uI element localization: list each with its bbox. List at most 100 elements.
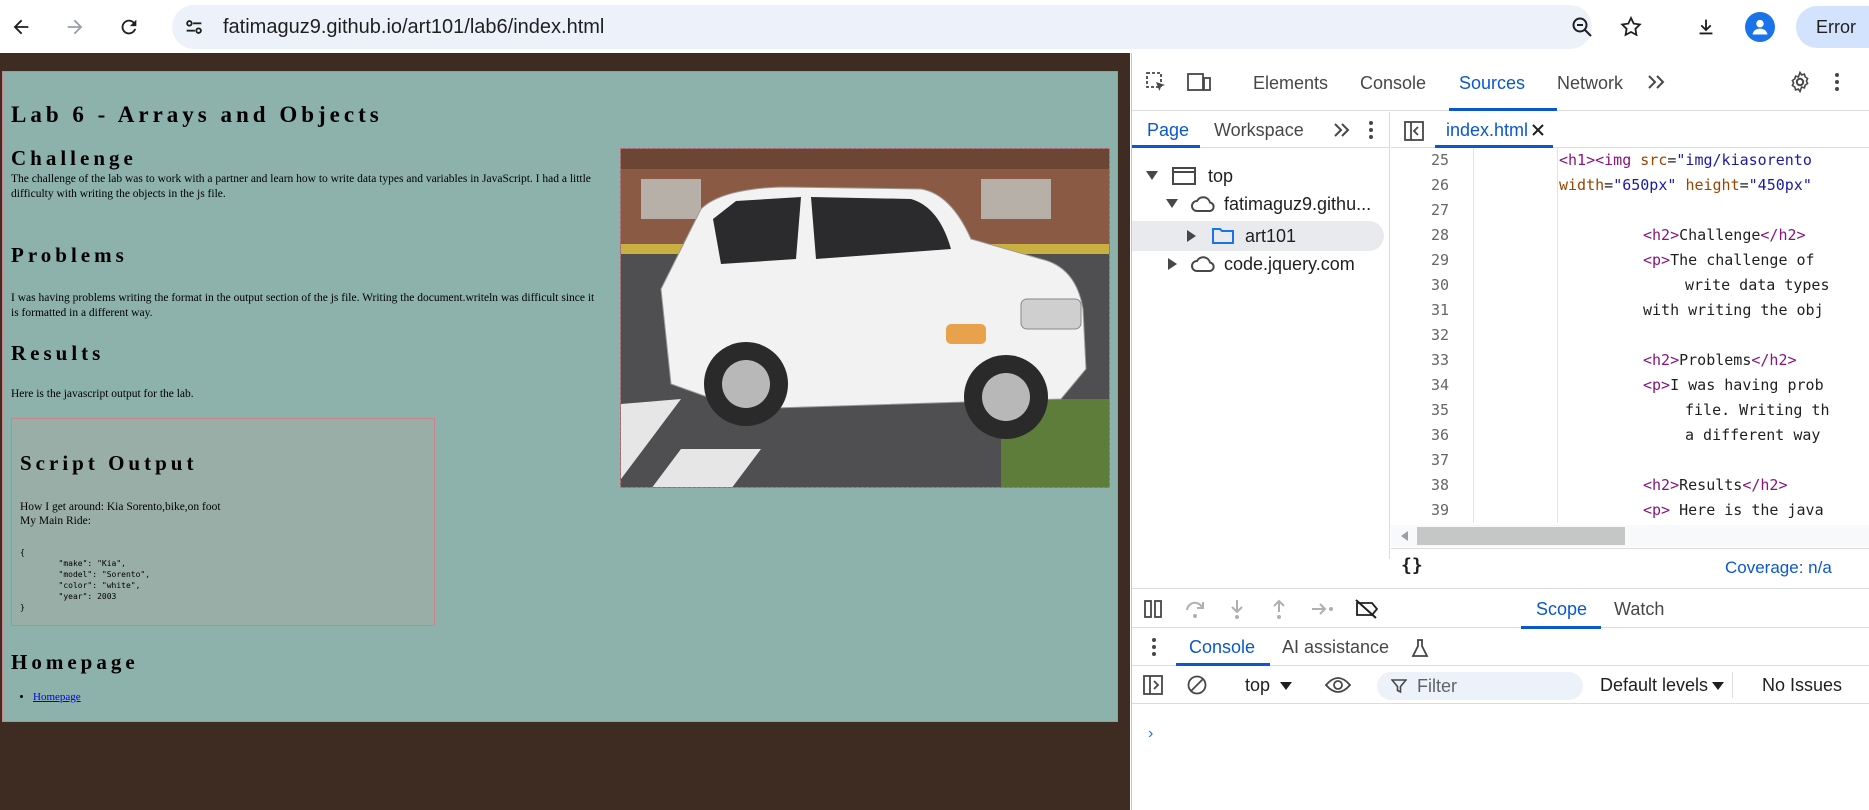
profile-avatar[interactable] bbox=[1745, 12, 1775, 42]
code-text: <h2>Challenge</h2> bbox=[1643, 226, 1806, 244]
more-subtabs-chevron-icon[interactable] bbox=[1332, 121, 1352, 139]
more-options-icon[interactable] bbox=[1832, 70, 1842, 94]
toggle-navigator-icon[interactable] bbox=[1403, 120, 1425, 142]
tab-console[interactable]: Console bbox=[1360, 73, 1426, 94]
editor-file-tab[interactable]: index.html bbox=[1446, 120, 1528, 141]
address-bar[interactable]: fatimaguz9.github.io/art101/lab6/index.h… bbox=[172, 5, 1642, 49]
step-into-icon[interactable] bbox=[1226, 598, 1248, 620]
close-tab-icon[interactable] bbox=[1530, 122, 1546, 138]
zoom-icon[interactable] bbox=[1568, 13, 1596, 41]
settings-gear-icon[interactable] bbox=[1788, 70, 1812, 94]
site-settings-icon[interactable] bbox=[180, 13, 208, 41]
code-line[interactable]: 31 with writing the obj bbox=[1391, 298, 1869, 323]
subtab-workspace[interactable]: Workspace bbox=[1214, 120, 1304, 141]
inspect-element-icon[interactable] bbox=[1144, 70, 1168, 94]
line-number[interactable]: 32 bbox=[1391, 323, 1449, 348]
tab-network[interactable]: Network bbox=[1557, 73, 1623, 94]
homepage-list: Homepage bbox=[33, 691, 81, 703]
device-toolbar-icon[interactable] bbox=[1186, 70, 1212, 94]
tree-label-domain: fatimaguz9.githu... bbox=[1224, 193, 1372, 214]
tree-item-top[interactable]: top bbox=[1132, 161, 1384, 191]
homepage-link[interactable]: Homepage bbox=[33, 691, 81, 703]
cloud-icon bbox=[1191, 196, 1215, 212]
code-line[interactable]: 35 file. Writing th bbox=[1391, 398, 1869, 423]
code-text: <p> Here is the java bbox=[1643, 501, 1824, 519]
pause-icon[interactable] bbox=[1142, 598, 1164, 620]
levels-dropdown-icon[interactable] bbox=[1712, 682, 1724, 690]
code-text: <p>I was having prob bbox=[1643, 376, 1824, 394]
step-out-icon[interactable] bbox=[1268, 598, 1290, 620]
context-selector[interactable]: top bbox=[1245, 675, 1270, 696]
viewport-top-strip bbox=[0, 53, 1130, 62]
tab-elements[interactable]: Elements bbox=[1253, 73, 1328, 94]
bookmark-star-icon[interactable] bbox=[1617, 13, 1645, 41]
tab-sources[interactable]: Sources bbox=[1459, 73, 1525, 94]
issues-counter[interactable]: No Issues bbox=[1762, 675, 1842, 696]
tree-item-folder[interactable]: art101 bbox=[1132, 221, 1384, 251]
code-line[interactable]: 26 width="650px" height="450px" bbox=[1391, 173, 1869, 198]
reload-button[interactable] bbox=[111, 9, 147, 45]
error-button[interactable]: Error bbox=[1796, 6, 1869, 48]
code-line[interactable]: 33 <h2>Problems</h2> bbox=[1391, 348, 1869, 373]
code-line[interactable]: 37 bbox=[1391, 448, 1869, 473]
deactivate-breakpoints-icon[interactable] bbox=[1354, 598, 1380, 620]
log-levels-dropdown[interactable]: Default levels bbox=[1600, 675, 1708, 696]
tree-item-jquery[interactable]: code.jquery.com bbox=[1132, 249, 1384, 279]
code-line[interactable]: 39 <p> Here is the java bbox=[1391, 498, 1869, 523]
devtools-panel: Elements Console Sources Network Page Wo… bbox=[1131, 53, 1869, 810]
console-sidebar-icon[interactable] bbox=[1142, 674, 1164, 696]
line-number[interactable]: 30 bbox=[1391, 273, 1449, 298]
line-number[interactable]: 37 bbox=[1391, 448, 1449, 473]
forward-button[interactable] bbox=[57, 9, 93, 45]
line-number[interactable]: 36 bbox=[1391, 423, 1449, 448]
clear-console-icon[interactable] bbox=[1186, 674, 1208, 696]
tab-watch[interactable]: Watch bbox=[1614, 599, 1664, 620]
line-number[interactable]: 38 bbox=[1391, 473, 1449, 498]
console-prompt-chevron-icon[interactable]: › bbox=[1148, 725, 1153, 743]
code-line[interactable]: 27 bbox=[1391, 198, 1869, 223]
scroll-left-icon[interactable] bbox=[1401, 531, 1408, 541]
pretty-print-icon[interactable]: {} bbox=[1401, 555, 1423, 576]
coverage-link[interactable]: Coverage: n/a bbox=[1725, 558, 1832, 578]
code-line[interactable]: 32 bbox=[1391, 323, 1869, 348]
tab-scope[interactable]: Scope bbox=[1536, 599, 1587, 620]
line-number[interactable]: 35 bbox=[1391, 398, 1449, 423]
code-line[interactable]: 36 a different way bbox=[1391, 423, 1869, 448]
scrollbar-thumb[interactable] bbox=[1417, 527, 1625, 545]
line-number[interactable]: 26 bbox=[1391, 173, 1449, 198]
console-filter-input[interactable]: Filter bbox=[1377, 672, 1583, 700]
tree-item-domain[interactable]: fatimaguz9.githu... bbox=[1132, 189, 1384, 219]
line-number[interactable]: 33 bbox=[1391, 348, 1449, 373]
code-line[interactable]: 25 <h1><img src="img/kiasorento bbox=[1391, 148, 1869, 173]
drawer-tab-console[interactable]: Console bbox=[1189, 637, 1255, 658]
filter-placeholder: Filter bbox=[1417, 676, 1457, 696]
tree-label-folder: art101 bbox=[1245, 225, 1297, 246]
line-number[interactable]: 28 bbox=[1391, 223, 1449, 248]
more-tabs-chevron-icon[interactable] bbox=[1646, 73, 1668, 91]
code-line[interactable]: 28 <h2>Challenge</h2> bbox=[1391, 223, 1869, 248]
horizontal-scrollbar[interactable] bbox=[1391, 525, 1869, 547]
line-number[interactable]: 31 bbox=[1391, 298, 1449, 323]
step-over-icon[interactable] bbox=[1184, 598, 1206, 620]
step-icon[interactable] bbox=[1310, 598, 1336, 620]
subtab-page[interactable]: Page bbox=[1147, 120, 1189, 141]
line-number[interactable]: 34 bbox=[1391, 373, 1449, 398]
context-dropdown-icon[interactable] bbox=[1280, 682, 1292, 690]
code-line[interactable]: 30 write data types bbox=[1391, 273, 1869, 298]
back-button[interactable] bbox=[3, 9, 39, 45]
line-number[interactable]: 39 bbox=[1391, 498, 1449, 523]
code-line[interactable]: 38 <h2>Results</h2> bbox=[1391, 473, 1869, 498]
downloads-button[interactable] bbox=[1688, 9, 1724, 45]
line-number[interactable]: 25 bbox=[1391, 148, 1449, 173]
drawer-tab-ai-assistance[interactable]: AI assistance bbox=[1282, 637, 1389, 658]
code-line[interactable]: 29 <p>The challenge of bbox=[1391, 248, 1869, 273]
line-number[interactable]: 29 bbox=[1391, 248, 1449, 273]
navigator-menu-icon[interactable] bbox=[1366, 119, 1376, 141]
code-text: <h1><img src="img/kiasorento bbox=[1559, 151, 1812, 169]
live-expression-eye-icon[interactable] bbox=[1325, 675, 1351, 695]
challenge-text: The challenge of the lab was to work wit… bbox=[11, 173, 591, 200]
line-number[interactable]: 27 bbox=[1391, 198, 1449, 223]
drawer-menu-icon[interactable] bbox=[1150, 636, 1158, 658]
flask-icon bbox=[1411, 638, 1429, 658]
code-line[interactable]: 34 <p>I was having prob bbox=[1391, 373, 1869, 398]
